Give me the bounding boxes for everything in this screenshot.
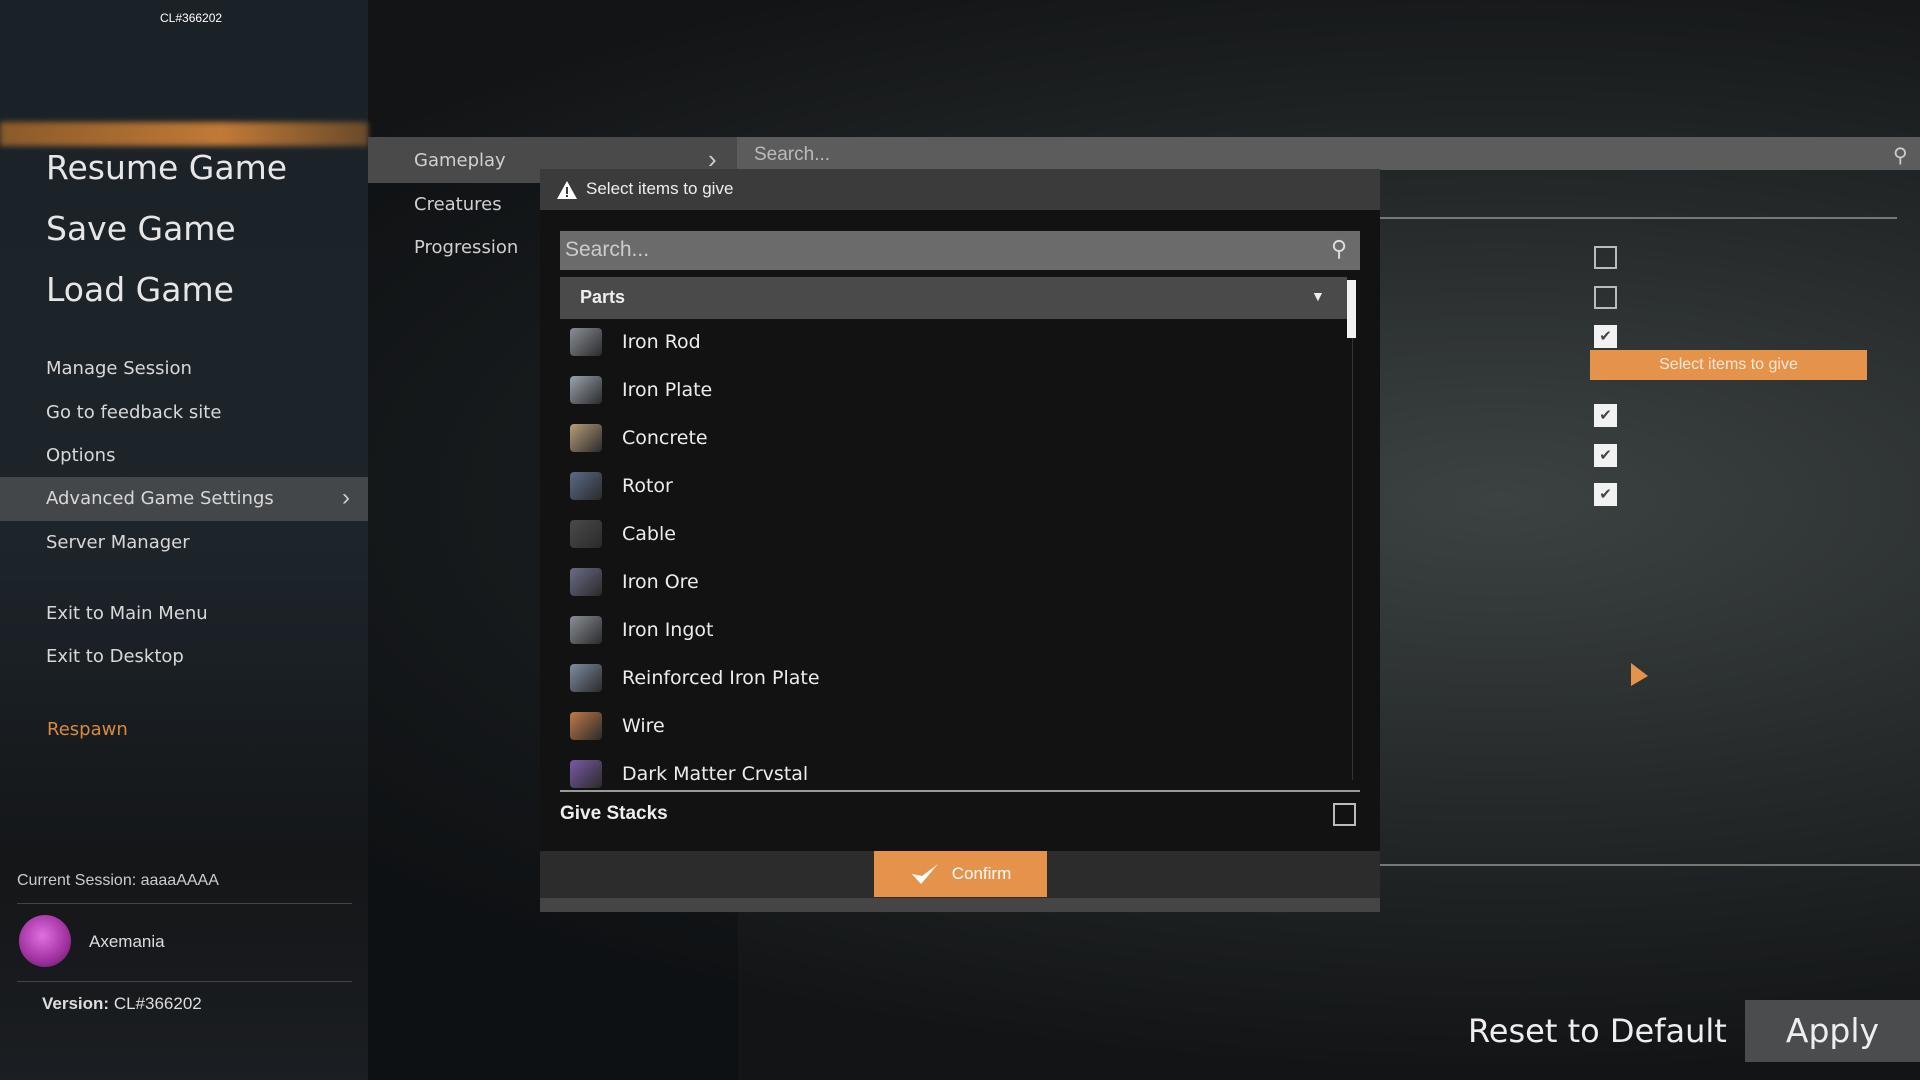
item-icon xyxy=(570,616,602,644)
setting-checkbox[interactable] xyxy=(1594,246,1617,269)
item-name: Dark Matter Crvstal xyxy=(622,763,809,785)
item-icon xyxy=(570,712,602,740)
list-item[interactable]: Concrete xyxy=(560,414,1340,462)
select-items-button[interactable]: Select items to give xyxy=(1590,350,1867,380)
item-icon xyxy=(570,424,602,452)
save-game-button[interactable]: Save Game xyxy=(46,209,236,248)
give-stacks-checkbox[interactable] xyxy=(1333,803,1356,826)
item-name: Iron Plate xyxy=(622,379,713,401)
item-icon xyxy=(570,520,602,548)
list-item[interactable]: Wire xyxy=(560,702,1340,750)
divider xyxy=(1380,217,1897,219)
load-game-button[interactable]: Load Game xyxy=(46,270,234,309)
item-icon xyxy=(570,568,602,596)
respawn-button[interactable]: Respawn xyxy=(47,719,128,740)
setting-checkbox[interactable] xyxy=(1594,286,1617,309)
category-label: Parts xyxy=(580,287,626,307)
category-dropdown[interactable] xyxy=(560,277,1347,319)
search-icon[interactable]: ⚲ xyxy=(1331,236,1347,262)
item-name: Cable xyxy=(622,523,676,545)
chevron-right-icon: › xyxy=(342,484,350,511)
confirm-label: Confirm xyxy=(951,864,1012,883)
advanced-game-settings-button[interactable]: Advanced Game Settings xyxy=(46,488,274,509)
divider xyxy=(560,790,1360,792)
list-item[interactable]: Iron Ingot xyxy=(560,606,1340,654)
build-label: CL#366202 xyxy=(160,11,223,25)
divider xyxy=(17,981,352,982)
exit-main-menu-button[interactable]: Exit to Main Menu xyxy=(46,603,208,624)
avatar xyxy=(19,915,71,967)
item-name: Iron Ingot xyxy=(622,619,714,641)
settings-search-placeholder: Search... xyxy=(754,144,831,165)
current-session-label: Current Session: aaaaAAAA xyxy=(17,872,219,889)
tab-progression[interactable]: Progression xyxy=(414,237,518,258)
tab-gameplay[interactable]: Gameplay xyxy=(414,150,506,171)
setting-checkbox[interactable]: ✔ xyxy=(1594,325,1617,348)
options-button[interactable]: Options xyxy=(46,445,115,466)
feedback-site-button[interactable]: Go to feedback site xyxy=(46,402,221,423)
divider xyxy=(17,903,352,904)
version-label: Version: xyxy=(42,994,110,1013)
item-icon xyxy=(570,664,602,692)
item-name: Iron Rod xyxy=(622,331,701,353)
server-manager-button[interactable]: Server Manager xyxy=(46,532,190,553)
setting-checkbox[interactable]: ✔ xyxy=(1594,483,1617,506)
highlight-bar xyxy=(0,122,368,146)
version-info: Version: CL#366202 xyxy=(42,994,202,1014)
cursor-icon xyxy=(1631,663,1648,686)
exit-desktop-button[interactable]: Exit to Desktop xyxy=(46,646,184,667)
tab-creatures[interactable]: Creatures xyxy=(414,194,502,215)
list-item[interactable]: Iron Rod xyxy=(560,318,1340,366)
list-item[interactable]: Rotor xyxy=(560,462,1340,510)
setting-checkbox[interactable]: ✔ xyxy=(1594,404,1617,427)
apply-button[interactable]: Apply xyxy=(1745,1000,1920,1062)
item-icon xyxy=(570,376,602,404)
item-icon xyxy=(570,472,602,500)
username: Axemania xyxy=(89,932,165,951)
list-item[interactable]: Iron Ore xyxy=(560,558,1340,606)
reset-default-button[interactable]: Reset to Default xyxy=(1468,1012,1727,1050)
item-name: Concrete xyxy=(622,427,708,449)
item-name: Rotor xyxy=(622,475,673,497)
search-icon[interactable]: ⚲ xyxy=(1893,143,1908,168)
warning-icon xyxy=(557,181,577,199)
item-icon xyxy=(570,760,602,788)
setting-checkbox[interactable]: ✔ xyxy=(1594,444,1617,467)
give-stacks-label: Give Stacks xyxy=(560,803,668,824)
divider xyxy=(1380,864,1920,866)
list-item[interactable]: Cable xyxy=(560,510,1340,558)
resume-game-button[interactable]: Resume Game xyxy=(46,148,287,187)
item-name: Reinforced Iron Plate xyxy=(622,667,820,689)
confirm-button[interactable]: Confirm xyxy=(874,851,1047,897)
check-icon xyxy=(911,864,938,884)
chevron-down-icon: ▼ xyxy=(1311,288,1325,304)
settings-search-input[interactable] xyxy=(737,137,1920,170)
scrollbar-track[interactable] xyxy=(1352,280,1353,780)
item-search-placeholder: Search... xyxy=(565,238,650,261)
version-value: CL#366202 xyxy=(113,994,202,1013)
item-icon xyxy=(570,328,602,356)
list-item[interactable]: Reinforced Iron Plate xyxy=(560,654,1340,702)
scrollbar-thumb[interactable] xyxy=(1347,280,1356,338)
item-search-input[interactable] xyxy=(560,231,1360,270)
manage-session-button[interactable]: Manage Session xyxy=(46,358,192,379)
item-name: Wire xyxy=(622,715,665,737)
modal-title: Select items to give xyxy=(586,179,734,198)
item-name: Iron Ore xyxy=(622,571,699,593)
list-item[interactable]: Iron Plate xyxy=(560,366,1340,414)
